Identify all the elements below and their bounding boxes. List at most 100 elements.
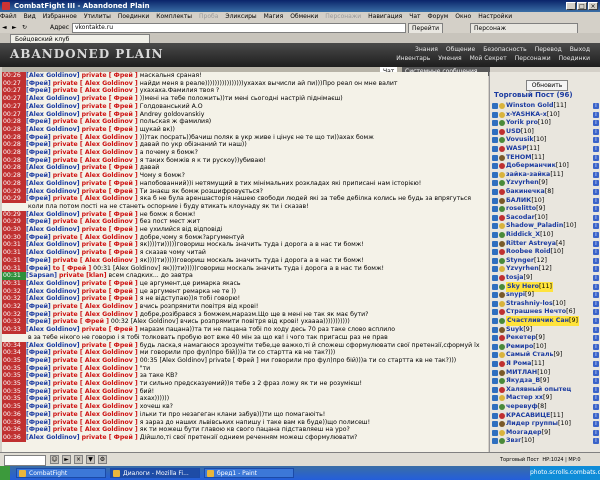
- taskbar-item-combatfight[interactable]: CombatFight: [16, 468, 106, 478]
- message-author[interactable]: [Фрей]: [26, 141, 51, 148]
- info-icon[interactable]: i: [593, 369, 599, 376]
- message-recipient[interactable]: private [ Фрей ]: [82, 126, 138, 133]
- message-recipient[interactable]: private [ Фрей ]: [82, 103, 138, 110]
- message-recipient[interactable]: private [ Фрей ]: [82, 95, 138, 102]
- menu-item[interactable]: Избранное: [43, 13, 77, 20]
- message-recipient[interactable]: private [ Фрей ]: [82, 164, 138, 171]
- menu-item[interactable]: Навигация: [368, 13, 402, 20]
- send-icon[interactable]: ►: [62, 455, 71, 464]
- message-recipient[interactable]: private [ Alex Goldinov ]: [53, 395, 138, 402]
- start-button[interactable]: [0, 466, 10, 480]
- player-row[interactable]: Звзг[10] i: [490, 436, 600, 446]
- message-author[interactable]: [Фрей]: [26, 365, 51, 372]
- info-icon[interactable]: i: [593, 154, 599, 161]
- message-author[interactable]: [Фрей]: [26, 195, 51, 202]
- info-icon[interactable]: i: [593, 335, 599, 342]
- message-recipient[interactable]: private [ Alex Goldinov ]: [53, 372, 138, 379]
- message-recipient[interactable]: private [ Фрей ]: [82, 249, 138, 256]
- info-icon[interactable]: i: [593, 283, 599, 290]
- message-author[interactable]: [Alex Goldinov]: [26, 164, 80, 171]
- message-author[interactable]: [Фрей]: [26, 357, 51, 364]
- message-author[interactable]: [Фрей]: [26, 311, 51, 318]
- menu-item[interactable]: Комплекты: [156, 13, 192, 20]
- menu-item[interactable]: Обменки: [290, 13, 318, 20]
- message-author[interactable]: [Alex Goldinov]: [26, 95, 80, 102]
- menu-item[interactable]: Окно: [455, 13, 471, 20]
- message-author[interactable]: [Фрей]: [26, 218, 51, 225]
- info-icon[interactable]: i: [593, 300, 599, 307]
- info-icon[interactable]: i: [593, 189, 599, 195]
- message-recipient[interactable]: private [ Alex Goldinov ]: [53, 311, 138, 318]
- message-author[interactable]: [Alex Goldinov]: [26, 180, 80, 187]
- message-recipient[interactable]: private [ Фрей ]: [82, 111, 138, 118]
- message-recipient[interactable]: to [ Фрей ]: [53, 265, 91, 272]
- message-recipient[interactable]: private [ Фрей ]: [82, 188, 138, 195]
- info-icon[interactable]: i: [593, 352, 599, 359]
- clear-icon[interactable]: ×: [74, 455, 83, 464]
- info-icon[interactable]: i: [593, 120, 599, 127]
- message-recipient[interactable]: private [ Фрей ]: [82, 180, 138, 187]
- back-icon[interactable]: ◄: [2, 22, 7, 33]
- info-icon[interactable]: i: [593, 292, 599, 299]
- message-author[interactable]: [Фрей]: [26, 349, 51, 356]
- refresh-list-button[interactable]: Обновить: [526, 80, 568, 91]
- message-recipient[interactable]: private [ Фрей ]: [82, 241, 138, 248]
- window-titlebar[interactable]: CombatFight III - Abandoned Plain _ □ ×: [0, 0, 600, 12]
- info-icon[interactable]: i: [593, 214, 599, 221]
- message-author[interactable]: [Фрей]: [26, 388, 51, 395]
- message-recipient[interactable]: private [ Фрей ]: [82, 280, 138, 287]
- info-icon[interactable]: i: [593, 206, 599, 213]
- message-author[interactable]: [Фрей]: [26, 318, 51, 325]
- message-recipient[interactable]: private [ Alex Goldinov ]: [53, 118, 138, 125]
- menu-item[interactable]: Магия: [264, 13, 284, 20]
- menu-item[interactable]: Эликсиры: [225, 13, 256, 20]
- menu-item[interactable]: Файл: [0, 13, 17, 20]
- player-name[interactable]: Звзг[10]: [506, 436, 534, 446]
- message-recipient[interactable]: private [ Фрей ]: [82, 72, 138, 79]
- message-author[interactable]: [Фрей]: [26, 411, 51, 418]
- message-recipient[interactable]: private [ Фрей ]: [82, 326, 138, 333]
- info-icon[interactable]: i: [593, 232, 599, 238]
- message-recipient[interactable]: private [ Фрей ]: [82, 226, 138, 233]
- message-recipient[interactable]: private [klan]: [59, 272, 107, 279]
- message-author[interactable]: [Alex Goldinov]: [26, 226, 80, 233]
- game-nav-item[interactable]: Умения: [438, 55, 461, 62]
- message-recipient[interactable]: private [ Фрей ]: [82, 434, 138, 441]
- message-author[interactable]: [Фрей]: [26, 234, 51, 241]
- message-recipient[interactable]: private [ Alex Goldinov ]: [53, 419, 138, 426]
- game-nav-item[interactable]: Общение: [446, 46, 475, 53]
- info-icon[interactable]: i: [593, 111, 599, 118]
- info-icon[interactable]: i: [593, 386, 599, 393]
- info-icon[interactable]: i: [593, 421, 599, 428]
- game-nav-item[interactable]: Перевод: [535, 46, 562, 53]
- message-recipient[interactable]: private [ Alex Goldinov ]: [53, 134, 138, 141]
- menu-item[interactable]: Вид: [24, 13, 36, 20]
- message-recipient[interactable]: private [ Alex Goldinov ]: [53, 411, 138, 418]
- message-author[interactable]: [Фрей]: [26, 372, 51, 379]
- info-icon[interactable]: i: [593, 257, 599, 264]
- info-icon[interactable]: i: [593, 343, 599, 350]
- game-nav-item[interactable]: Поединки: [559, 55, 590, 62]
- message-author[interactable]: [Alex Goldinov]: [26, 434, 80, 441]
- message-author[interactable]: [Alex Goldinov]: [26, 211, 80, 218]
- settings-icon[interactable]: ⚙: [98, 455, 107, 464]
- chat-input[interactable]: [4, 455, 46, 466]
- message-author[interactable]: [Фрей]: [26, 395, 51, 402]
- message-recipient[interactable]: private [ Alex Goldinov ]: [53, 349, 138, 356]
- menu-item[interactable]: Персонажи: [325, 13, 361, 20]
- message-author[interactable]: [Фрей]: [26, 265, 51, 272]
- message-author[interactable]: [Alex Goldinov]: [26, 280, 80, 287]
- message-author[interactable]: [Alex Goldinov]: [26, 249, 80, 256]
- message-recipient[interactable]: private [ Alex Goldinov ]: [53, 357, 138, 364]
- info-icon[interactable]: i: [593, 223, 599, 230]
- info-icon[interactable]: i: [593, 309, 599, 316]
- message-recipient[interactable]: private [ Alex Goldinov ]: [53, 149, 138, 156]
- info-icon[interactable]: i: [593, 326, 599, 333]
- info-icon[interactable]: i: [593, 171, 599, 178]
- message-recipient[interactable]: private [ Alex Goldinov ]: [53, 257, 138, 264]
- info-icon[interactable]: i: [593, 395, 599, 402]
- info-icon[interactable]: i: [593, 404, 599, 410]
- menu-item[interactable]: Чат: [409, 13, 420, 20]
- message-author[interactable]: [Фрей]: [26, 419, 51, 426]
- game-nav-item[interactable]: Безопасность: [483, 46, 527, 53]
